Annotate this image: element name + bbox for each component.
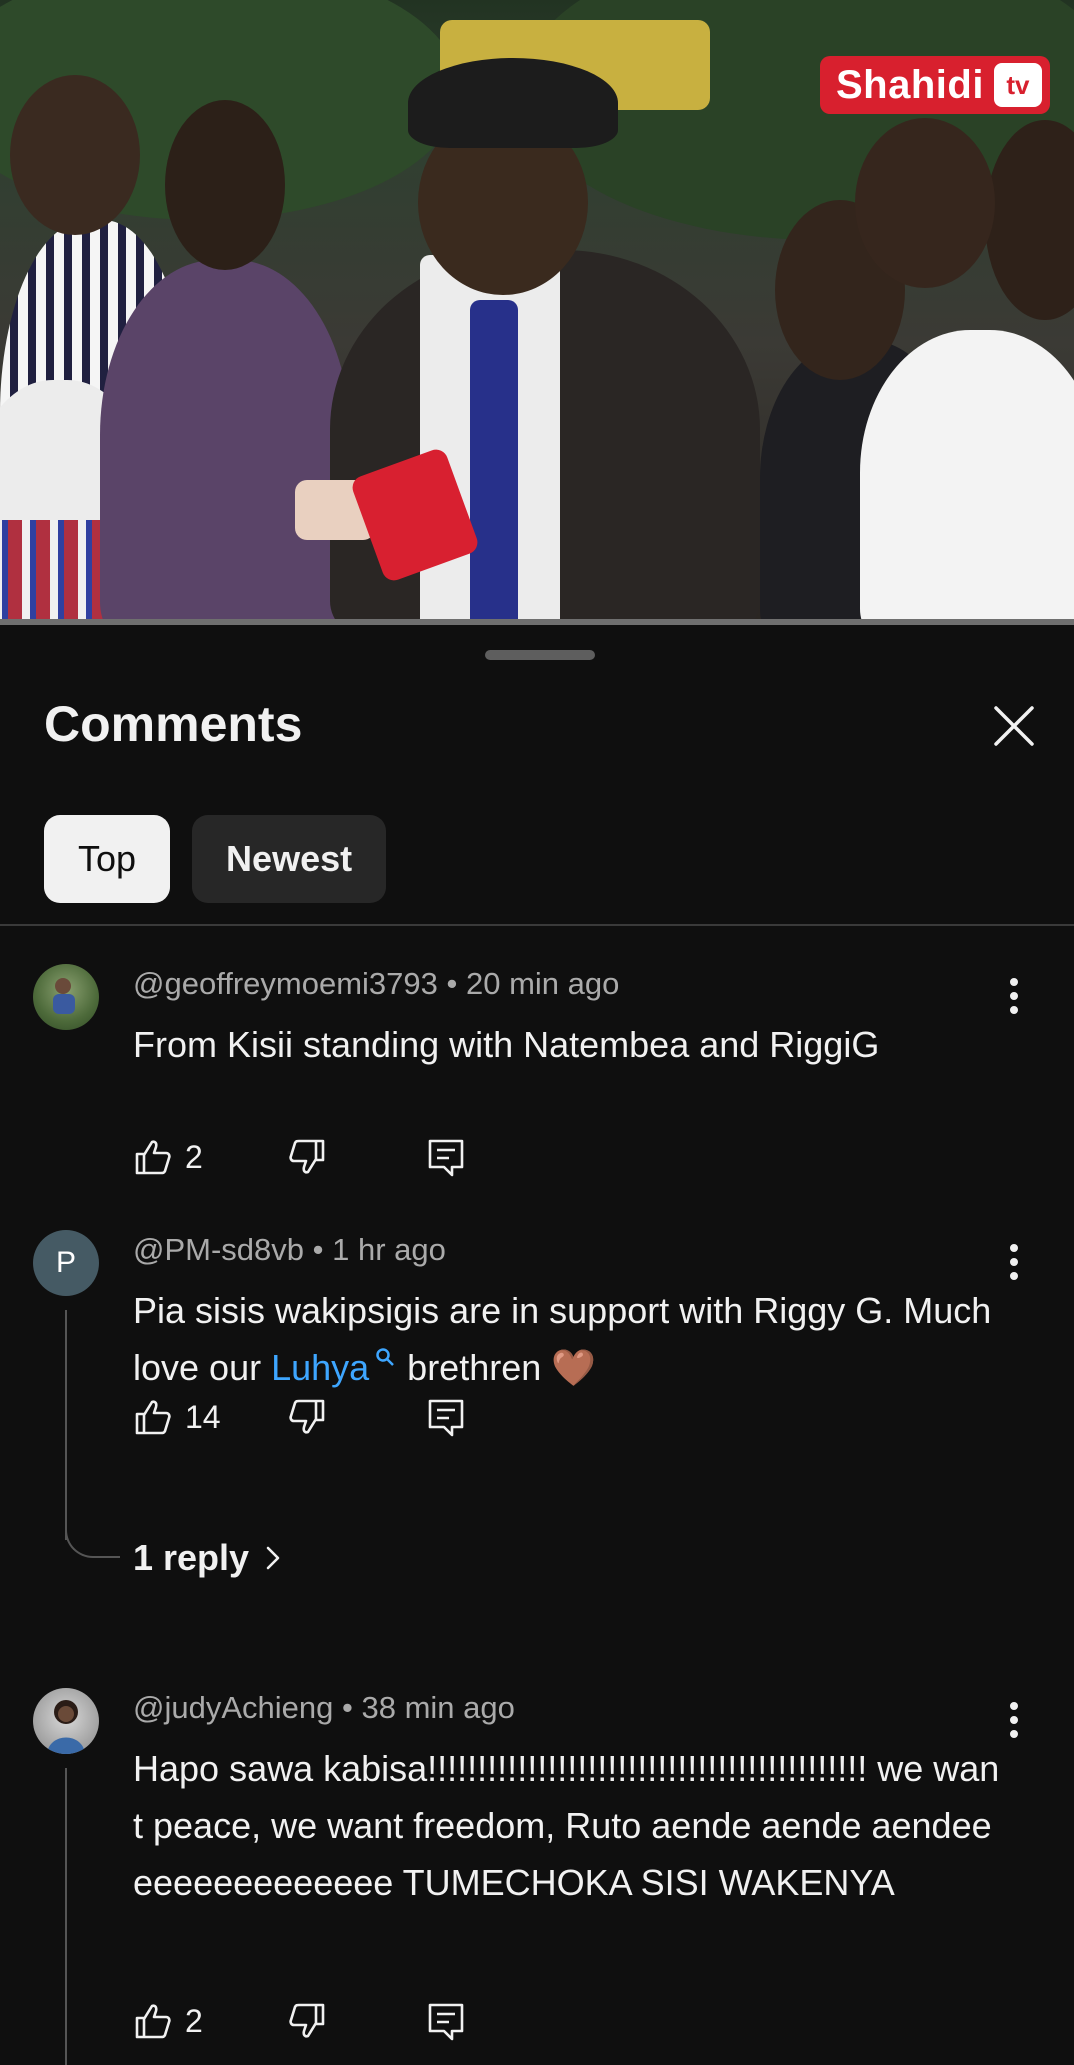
drag-handle[interactable] xyxy=(485,650,595,660)
like-count: 2 xyxy=(185,1138,203,1175)
avatar[interactable]: P xyxy=(33,1230,99,1296)
comment-meta: @PM-sd8vb • 1 hr ago xyxy=(133,1232,446,1268)
person-cap xyxy=(855,118,995,288)
avatar-letter: P xyxy=(55,1246,76,1279)
comment-sort-filters: Top Newest xyxy=(44,815,387,903)
avatar[interactable] xyxy=(33,1688,99,1754)
like-button[interactable]: 14 xyxy=(133,1392,221,1442)
dislike-button[interactable] xyxy=(287,1996,327,2046)
dislike-button[interactable] xyxy=(287,1392,327,1442)
thumbs-up-icon xyxy=(135,1400,171,1435)
comment-author[interactable]: @judyAchieng xyxy=(133,1690,333,1725)
reply-icon xyxy=(428,1399,464,1437)
comment-text: Hapo sawa kabisa!!!!!!!!!!!!!!!!!!!!!!!!… xyxy=(133,1748,1000,1903)
search-icon xyxy=(376,1348,395,1366)
reply-button[interactable] xyxy=(426,1132,466,1182)
person-left-head xyxy=(10,75,140,235)
thumbs-down-icon xyxy=(289,2003,325,2038)
comments-sheet: Comments Top Newest @geoffreymoemi3793 •… xyxy=(0,628,1074,2065)
comment-time: 38 min ago xyxy=(361,1690,515,1725)
speaker-tie xyxy=(470,300,518,625)
person-white-tshirt xyxy=(860,330,1074,625)
comment-actions: 2 xyxy=(133,1132,533,1182)
avatar-photo xyxy=(47,1700,85,1754)
speaker-hat xyxy=(408,58,618,148)
reply-button[interactable] xyxy=(426,1392,466,1442)
reply-icon xyxy=(428,1139,464,1177)
meta-separator: • xyxy=(446,966,466,1001)
like-button[interactable]: 2 xyxy=(133,1132,203,1182)
comment-text-part: brethren xyxy=(397,1347,542,1388)
meta-separator: • xyxy=(342,1690,362,1725)
comment-actions: 2 xyxy=(133,1996,533,2046)
thumbs-down-icon xyxy=(289,1399,325,1434)
like-count: 2 xyxy=(185,2002,203,2039)
comment-item: P @PM-sd8vb • 1 hr ago Pia sisis wakipsi… xyxy=(0,1230,1074,1650)
more-vert-icon[interactable] xyxy=(1000,974,1028,1018)
comment-time: 1 hr ago xyxy=(332,1232,446,1267)
channel-logo: Shahidi tv xyxy=(820,56,1050,114)
like-button[interactable]: 2 xyxy=(133,1996,203,2046)
channel-logo-text: Shahidi xyxy=(836,62,984,107)
divider xyxy=(0,924,1074,926)
search-link-label: Luhya xyxy=(271,1347,370,1388)
search-link[interactable]: Luhya xyxy=(271,1347,397,1388)
brown-heart-emoji: 🤎 xyxy=(551,1347,597,1388)
person-vest xyxy=(100,260,350,625)
video-progress-bar[interactable] xyxy=(0,619,1074,625)
more-vert-icon[interactable] xyxy=(1000,1240,1028,1284)
comment-actions: 14 xyxy=(133,1392,533,1442)
comment-item: @judyAchieng • 38 min ago Hapo sawa kabi… xyxy=(0,1688,1074,2065)
replies-count-label: 1 reply xyxy=(133,1537,250,1578)
avatar[interactable] xyxy=(33,964,99,1030)
comment-author[interactable]: @geoffreymoemi3793 xyxy=(133,966,438,1001)
reply-button[interactable] xyxy=(426,1996,466,2046)
filter-top[interactable]: Top xyxy=(44,815,171,903)
dislike-button[interactable] xyxy=(287,1132,327,1182)
comments-title: Comments xyxy=(44,696,303,752)
video-player[interactable]: Shahidi tv xyxy=(0,0,1074,625)
more-vert-icon[interactable] xyxy=(1000,1698,1028,1742)
thumbs-up-icon xyxy=(135,2004,171,2039)
close-icon[interactable] xyxy=(988,700,1040,752)
thumbs-up-icon xyxy=(135,1140,171,1175)
filter-newest[interactable]: Newest xyxy=(192,815,387,903)
comment-text: From Kisii standing with Natembea and Ri… xyxy=(133,1024,880,1065)
reply-icon xyxy=(428,2003,464,2041)
person-vest-head xyxy=(165,100,285,270)
channel-logo-badge: tv xyxy=(993,63,1042,107)
thread-connector xyxy=(65,1510,120,1558)
thread-line xyxy=(65,1310,67,1540)
meta-separator: • xyxy=(312,1232,333,1267)
comment-meta: @geoffreymoemi3793 • 20 min ago xyxy=(133,966,619,1002)
comment-author[interactable]: @PM-sd8vb xyxy=(133,1232,304,1267)
thumbs-down-icon xyxy=(289,1139,325,1174)
view-replies-button[interactable]: 1 reply xyxy=(133,1530,283,1586)
comment-item: @geoffreymoemi3793 • 20 min ago From Kis… xyxy=(0,964,1074,1194)
avatar-photo xyxy=(53,978,75,1014)
like-count: 14 xyxy=(185,1398,221,1435)
comment-text: Pia sisis wakipsigis are in support with… xyxy=(133,1282,1003,1396)
thread-line xyxy=(65,1768,67,2065)
comment-time: 20 min ago xyxy=(466,966,620,1001)
chevron-right-icon xyxy=(266,1546,280,1570)
comment-meta: @judyAchieng • 38 min ago xyxy=(133,1690,515,1726)
